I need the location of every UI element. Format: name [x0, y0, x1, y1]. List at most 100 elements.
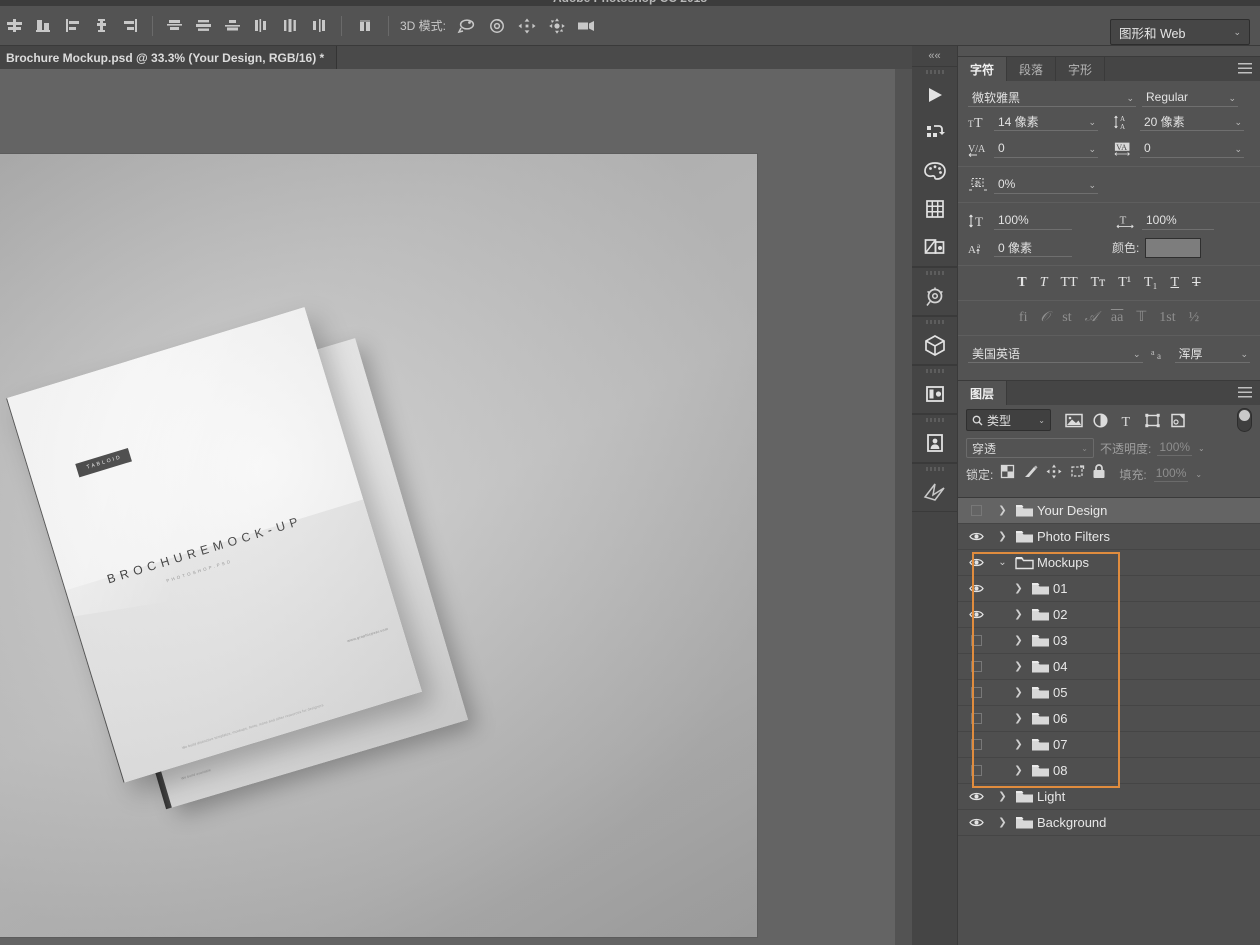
font-size-field[interactable]: 14 像素 ⌄	[994, 112, 1098, 131]
document-tab[interactable]: Brochure Mockup.psd @ 33.3% (Your Design…	[0, 46, 337, 69]
strikethrough-button[interactable]: T	[1192, 276, 1201, 290]
font-style-field[interactable]: Regular ⌄	[1142, 88, 1238, 107]
properties-grid-icon[interactable]	[912, 190, 957, 228]
layer-visibility-toggle[interactable]	[958, 758, 994, 784]
chevron-right-icon[interactable]: ❯	[994, 531, 1011, 542]
actions-icon[interactable]	[912, 114, 957, 152]
dock-drag-handle[interactable]	[912, 415, 957, 424]
chevron-down-icon[interactable]: ⌄	[1088, 117, 1096, 128]
layer-row[interactable]: ⌄ Mockups	[958, 550, 1260, 576]
chevron-right-icon[interactable]: ❯	[994, 791, 1011, 802]
distribute-right-edges-button[interactable]	[305, 13, 334, 39]
chevron-right-icon[interactable]: ❯	[1010, 713, 1027, 724]
lock-artboard-nesting-icon[interactable]	[1069, 464, 1085, 484]
chevron-right-icon[interactable]: ❯	[994, 505, 1011, 516]
faux-bold-button[interactable]: T	[1017, 276, 1026, 290]
distribute-bottom-edges-button[interactable]	[218, 13, 247, 39]
layer-visibility-toggle[interactable]	[958, 784, 994, 810]
swatches-icon[interactable]	[912, 152, 957, 190]
lock-position-icon[interactable]	[1046, 464, 1062, 484]
canvas-area[interactable]: We build available TABLOID BROCHUREMOCK-…	[0, 69, 912, 945]
opacity-value[interactable]: 100%	[1157, 440, 1192, 456]
layer-row[interactable]: ❯ 04	[958, 654, 1260, 680]
chevron-right-icon[interactable]: ❯	[1010, 609, 1027, 620]
lock-transparent-pixels-icon[interactable]	[1000, 464, 1016, 484]
filter-smart-object-icon[interactable]	[1165, 409, 1191, 431]
fill-value[interactable]: 100%	[1154, 466, 1189, 482]
align-horizontal-centers-button[interactable]	[29, 13, 58, 39]
chevron-right-icon[interactable]: ❯	[994, 817, 1011, 828]
layer-visibility-toggle[interactable]	[958, 628, 994, 654]
chevron-right-icon[interactable]: ❯	[1010, 635, 1027, 646]
chevron-down-icon[interactable]: ⌄	[1198, 444, 1205, 453]
layer-visibility-toggle[interactable]	[958, 706, 994, 732]
histogram-icon[interactable]	[912, 277, 957, 315]
layer-row[interactable]: ❯ 02	[958, 602, 1260, 628]
libraries-icon[interactable]	[912, 424, 957, 462]
chevron-down-icon[interactable]: ⌄	[1088, 180, 1096, 191]
ordinals-button[interactable]: 1st	[1159, 311, 1175, 325]
text-color-swatch[interactable]	[1145, 238, 1201, 258]
chevron-down-icon[interactable]: ⌄	[994, 557, 1011, 568]
roll-3d-object-button[interactable]	[482, 13, 512, 39]
chevron-down-icon[interactable]: ⌄	[1240, 349, 1248, 360]
tracking-field[interactable]: 0 ⌄	[1140, 139, 1244, 158]
dock-drag-handle[interactable]	[912, 464, 957, 473]
layer-filter-type-select[interactable]: 类型 ⌄	[966, 409, 1051, 431]
paths-icon[interactable]	[912, 473, 957, 511]
layer-row[interactable]: ❯ 05	[958, 680, 1260, 706]
chevron-right-icon[interactable]: ❯	[1010, 687, 1027, 698]
channels-icon[interactable]	[912, 375, 957, 413]
leading-field[interactable]: 20 像素 ⌄	[1140, 112, 1244, 131]
anti-alias-field[interactable]: 浑厚 ⌄	[1175, 344, 1250, 363]
contextual-alternates-button[interactable]: 𝒪	[1040, 311, 1049, 325]
collapse-panels-button[interactable]: ««	[912, 46, 957, 66]
standard-ligatures-button[interactable]: fi	[1019, 311, 1028, 325]
layer-row[interactable]: ❯ Background	[958, 810, 1260, 836]
underline-button[interactable]: T	[1170, 276, 1179, 290]
filter-type-layers-icon[interactable]: T	[1113, 409, 1139, 431]
chevron-down-icon[interactable]: ⌄	[1234, 144, 1242, 155]
tab-character[interactable]: 字符	[958, 57, 1007, 81]
tab-paragraph[interactable]: 段落	[1007, 57, 1056, 81]
layer-row[interactable]: ❯ 07	[958, 732, 1260, 758]
chevron-right-icon[interactable]: ❯	[1010, 765, 1027, 776]
distribute-vertical-centers-button[interactable]	[189, 13, 218, 39]
horizontal-scale-field[interactable]: 100%	[1142, 211, 1214, 230]
oldstyle-button[interactable]: aa	[1111, 311, 1123, 325]
align-top-edges-button[interactable]	[58, 13, 87, 39]
filter-adjustment-layers-icon[interactable]	[1087, 409, 1113, 431]
panel-menu-icon[interactable]	[1238, 63, 1252, 75]
small-caps-button[interactable]: Tᴛ	[1091, 276, 1106, 290]
layer-row[interactable]: ❯ 06	[958, 706, 1260, 732]
layer-visibility-toggle[interactable]	[958, 550, 994, 576]
chevron-down-icon[interactable]: ⌄	[1133, 349, 1141, 360]
swash-button[interactable]: 𝒜	[1085, 311, 1098, 325]
panel-menu-icon[interactable]	[1238, 387, 1252, 399]
chevron-down-icon[interactable]: ⌄	[1126, 93, 1134, 104]
baseline-shift-field[interactable]: 0 像素	[994, 238, 1072, 257]
scale-3d-object-button[interactable]	[572, 13, 602, 39]
blend-mode-select[interactable]: 穿透 ⌄	[966, 438, 1094, 458]
align-vertical-centers-button[interactable]	[87, 13, 116, 39]
align-distribute-panel-button[interactable]	[349, 13, 381, 39]
timeline-icon[interactable]	[912, 76, 957, 114]
chevron-down-icon[interactable]: ⌄	[1228, 93, 1236, 104]
fractions-button[interactable]: ½	[1189, 311, 1200, 325]
chevron-down-icon[interactable]: ⌄	[1195, 470, 1202, 479]
subscript-button[interactable]: T₁	[1144, 276, 1157, 290]
font-family-field[interactable]: 微软雅黑 ⌄	[968, 88, 1136, 107]
chevron-down-icon[interactable]: ⌄	[1088, 144, 1096, 155]
filter-pixel-layers-icon[interactable]	[1061, 409, 1087, 431]
discretionary-ligatures-button[interactable]: st	[1062, 311, 1071, 325]
filter-shape-layers-icon[interactable]	[1139, 409, 1165, 431]
dock-drag-handle[interactable]	[912, 366, 957, 375]
pan-3d-object-button[interactable]	[512, 13, 542, 39]
rotate-3d-object-button[interactable]	[452, 13, 482, 39]
kerning-field[interactable]: 0 ⌄	[994, 139, 1098, 158]
language-field[interactable]: 美国英语 ⌄	[968, 344, 1143, 363]
titling-alternates-button[interactable]: 𝕋	[1136, 311, 1146, 325]
vertical-scale-field[interactable]: 100%	[994, 211, 1072, 230]
layer-visibility-toggle[interactable]	[958, 524, 994, 550]
faux-italic-button[interactable]: T	[1040, 276, 1048, 290]
